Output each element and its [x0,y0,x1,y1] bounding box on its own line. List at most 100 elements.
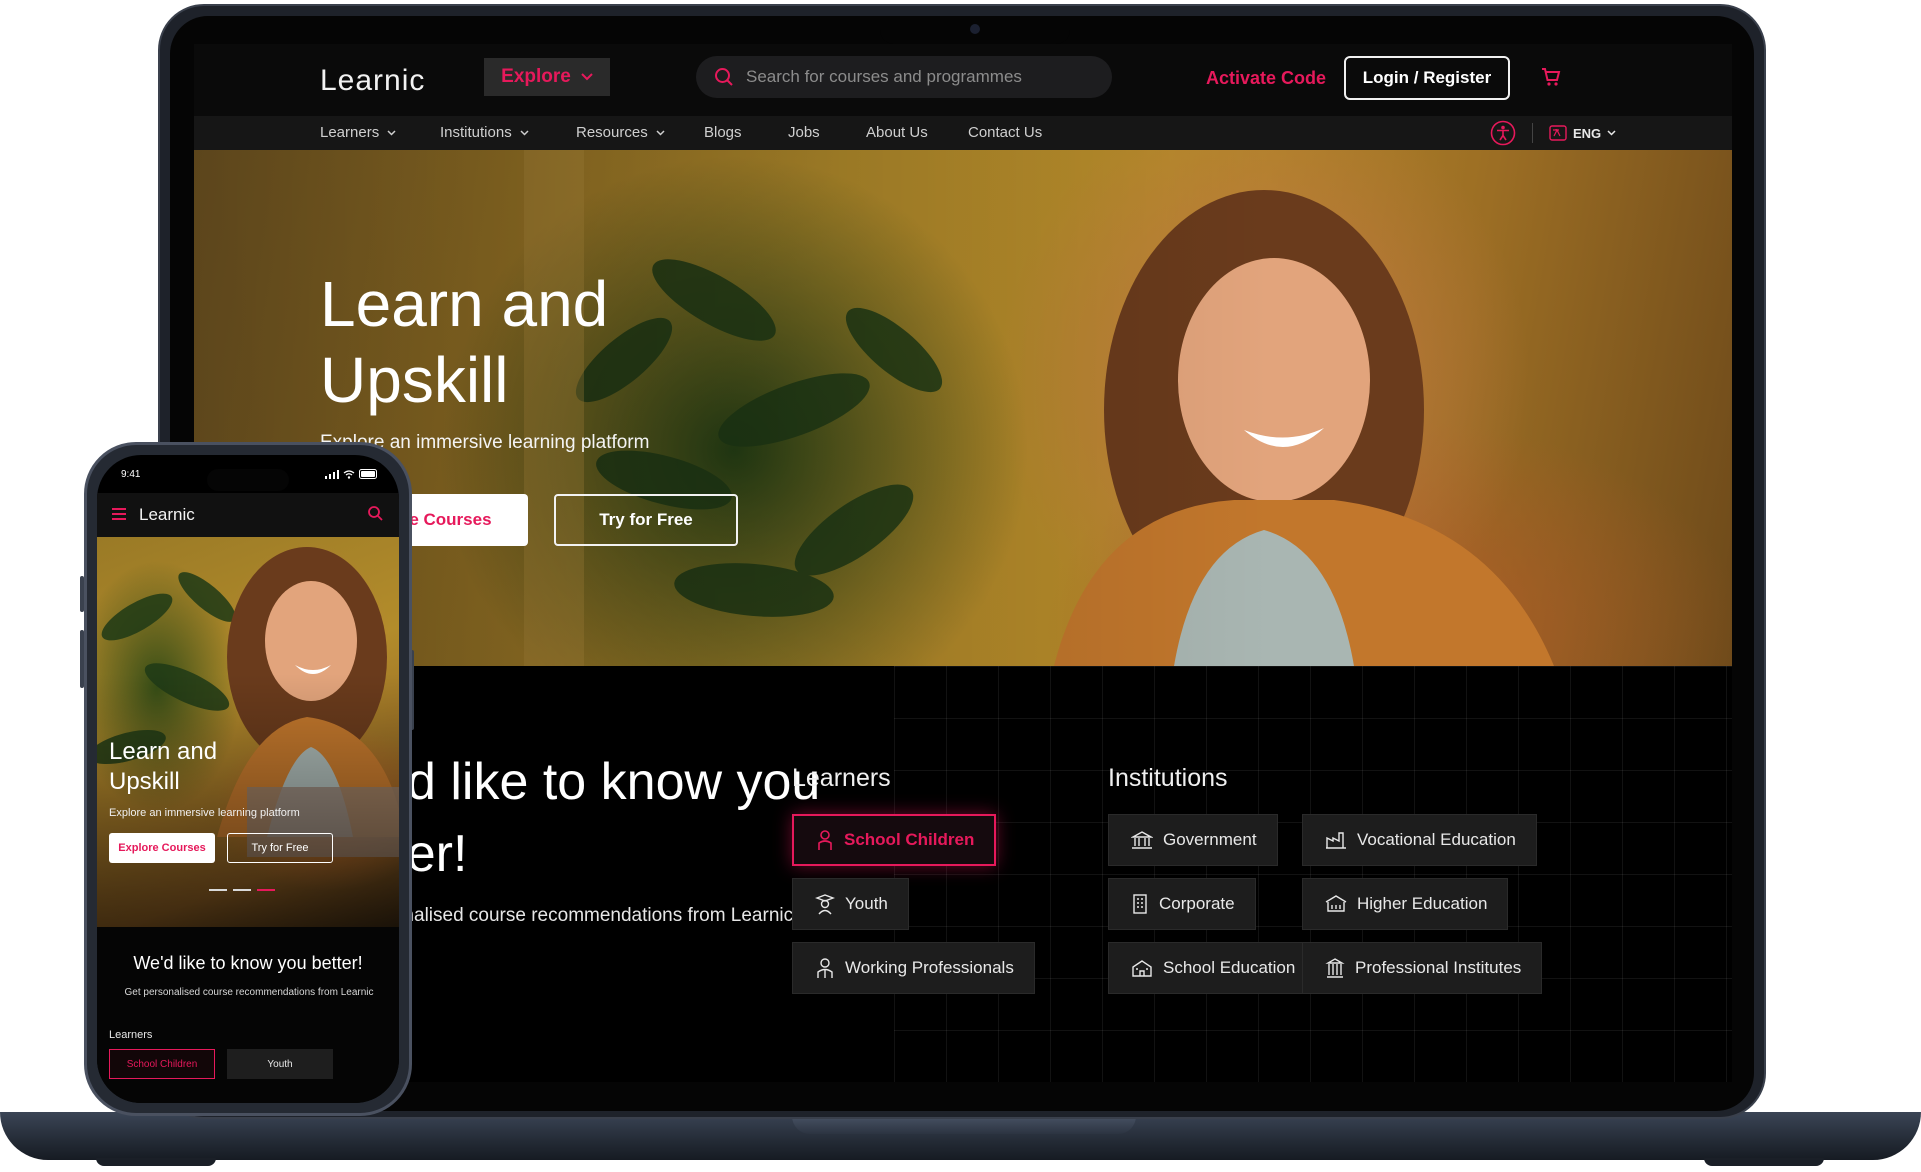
search-bar[interactable] [696,56,1112,98]
language-label: ENG [1573,125,1602,141]
phone-explore-courses-button[interactable]: Explore Courses [109,833,215,863]
nav-label: Learners [320,124,380,141]
laptop-foot-right [1704,1158,1824,1166]
chip-vocational-education[interactable]: Vocational Education [1302,814,1537,866]
chip-label: Corporate [1159,894,1235,913]
audience-section: We'd like to know you better! Get person… [194,666,1732,1082]
chevron-down-icon [656,129,665,136]
carousel-dot[interactable] [233,889,251,891]
office-building-icon [1133,894,1147,914]
phone-chip-school-children[interactable]: School Children [109,1049,215,1079]
wifi-icon [343,469,355,479]
hero-title: Learn and Upskill [320,266,608,418]
explore-button[interactable]: Explore [484,58,610,96]
nav-item-about-us[interactable]: About Us [866,124,928,141]
carousel-indicator [209,889,275,891]
nav-label: About Us [866,124,928,141]
battery-icon [359,469,377,479]
phone-try-for-free-button[interactable]: Try for Free [227,833,333,863]
status-time: 9:41 [121,469,141,480]
accessibility-icon[interactable] [1490,120,1516,146]
try-for-free-button[interactable]: Try for Free [554,494,738,546]
government-building-icon [1131,831,1153,849]
school-icon [1132,960,1152,977]
nav-label: Resources [576,124,648,141]
search-icon[interactable] [367,505,383,521]
nav-label: Institutions [440,124,512,141]
device-mockup-stage: Learnic Explore Activate Code Login / Re… [0,0,1921,1172]
laptop-screen: Learnic Explore Activate Code Login / Re… [194,44,1732,1082]
chip-corporate[interactable]: Corporate [1108,878,1256,930]
nav-label: Blogs [704,124,742,141]
login-register-button[interactable]: Login / Register [1344,56,1510,100]
search-input[interactable] [746,67,1066,87]
shopping-cart-icon[interactable] [1540,66,1562,88]
site-header: Learnic Explore Activate Code Login / Re… [194,44,1732,116]
hamburger-menu-icon[interactable] [111,507,127,521]
phone-chip-youth[interactable]: Youth [227,1049,333,1079]
chip-label: School Children [844,830,975,849]
phone-mockup: 9:41 Learnic Learn and Upskill Explore a… [84,442,412,1116]
chip-government[interactable]: Government [1108,814,1278,866]
phone-hero: Learn and Upskill Explore an immersive l… [97,537,399,927]
phone-hero-overlay [97,537,399,927]
signal-icon [325,469,339,479]
translate-icon [1549,125,1567,141]
phone-hero-title-line-1: Learn and [109,738,218,765]
phone-hero-title: Learn and Upskill [109,737,217,797]
hero-banner: Learn and Upskill Explore an immersive l… [194,150,1732,666]
phone-header: Learnic [97,493,399,537]
status-icons [325,469,379,479]
main-nav: Learners Institutions Resources Blogs Jo… [194,116,1732,150]
nav-item-institutions[interactable]: Institutions [440,124,529,141]
nav-item-resources[interactable]: Resources [576,124,665,141]
nav-label: Jobs [788,124,820,141]
language-selector[interactable]: ENG [1549,125,1616,141]
nav-item-contact-us[interactable]: Contact Us [968,124,1042,141]
chevron-down-icon [581,73,593,81]
chip-label: Professional Institutes [1355,958,1522,977]
hero-title-line-1: Learn and [320,268,609,340]
nav-item-jobs[interactable]: Jobs [788,124,820,141]
chip-label: Youth [845,894,888,913]
dynamic-island [207,469,289,491]
activate-code-link[interactable]: Activate Code [1206,68,1326,89]
divider [1532,123,1533,143]
phone-screen: 9:41 Learnic Learn and Upskill Explore a… [97,455,399,1103]
laptop-foot-left [96,1158,216,1166]
chevron-down-icon [520,129,529,136]
nav-utilities: ENG [1490,120,1616,146]
carousel-dot-active[interactable] [257,889,275,891]
chevron-down-icon [387,129,396,136]
search-icon [715,68,733,86]
chip-school-education[interactable]: School Education [1108,942,1317,994]
student-icon [818,830,832,850]
phone-audience-subtitle: Get personalised course recommendations … [124,987,374,998]
phone-learners-heading: Learners [109,1029,153,1041]
nav-item-blogs[interactable]: Blogs [704,124,742,141]
chip-school-children[interactable]: School Children [792,814,997,866]
hero-title-line-2: Upskill [320,344,509,416]
chip-working-professionals[interactable]: Working Professionals [792,942,1035,994]
graduate-icon [815,894,835,915]
phone-audience-section: We'd like to know you better! Get person… [97,927,399,1103]
chip-youth[interactable]: Youth [792,878,909,930]
phone-hero-title-line-2: Upskill [109,768,180,795]
chip-higher-education[interactable]: Higher Education [1302,878,1509,930]
phone-hero-subtitle: Explore an immersive learning platform [109,807,300,819]
learners-heading: Learners [792,764,891,792]
laptop-camera [970,24,980,34]
chip-label: Working Professionals [845,958,1014,977]
phone-logo[interactable]: Learnic [139,505,195,525]
chevron-down-icon [1607,130,1616,136]
institute-icon [1325,958,1345,978]
carousel-dot[interactable] [209,889,227,891]
chip-label: School Education [1163,958,1296,977]
explore-label: Explore [501,66,571,87]
nav-label: Contact Us [968,124,1043,141]
nav-item-learners[interactable]: Learners [320,124,396,141]
chip-professional-institutes[interactable]: Professional Institutes [1302,942,1543,994]
chip-label: Government [1163,830,1257,849]
site-logo[interactable]: Learnic [320,64,425,98]
university-icon [1325,895,1347,912]
